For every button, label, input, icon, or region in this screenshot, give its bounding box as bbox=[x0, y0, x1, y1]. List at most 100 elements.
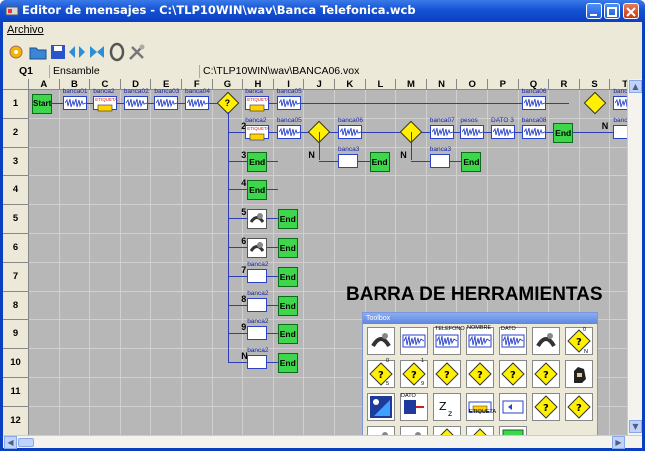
column-header-g[interactable]: G bbox=[212, 79, 244, 90]
close-button[interactable] bbox=[623, 3, 639, 19]
wave-node-banca07[interactable] bbox=[613, 96, 627, 110]
wave-icon[interactable] bbox=[400, 327, 428, 355]
row-header-4[interactable]: 4 bbox=[3, 176, 29, 206]
phone-hangup-node[interactable] bbox=[247, 238, 268, 258]
end-node[interactable]: End bbox=[277, 238, 298, 258]
row-header-5[interactable]: 5 bbox=[3, 205, 29, 234]
column-header-n[interactable]: N bbox=[426, 79, 458, 90]
hand-icon[interactable] bbox=[565, 360, 593, 388]
start-node[interactable]: Start bbox=[32, 94, 52, 114]
question-zero-five-icon[interactable]: ? bbox=[367, 360, 395, 388]
play-icon[interactable] bbox=[67, 42, 87, 62]
phone-hangup-node[interactable] bbox=[247, 209, 268, 230]
night-icon[interactable] bbox=[367, 393, 395, 421]
wave-node-banca02[interactable] bbox=[123, 96, 148, 110]
end-node[interactable]: End bbox=[247, 151, 268, 172]
row-header-3[interactable]: 3 bbox=[3, 147, 29, 177]
wave-node-banca06[interactable] bbox=[521, 96, 546, 110]
menu-archivo[interactable]: Archivo bbox=[7, 24, 44, 36]
column-header-a[interactable]: A bbox=[29, 79, 60, 90]
end-node[interactable]: End bbox=[553, 122, 574, 143]
scroll-up-icon[interactable]: ▲ bbox=[629, 80, 642, 93]
row-header-11[interactable]: 11 bbox=[3, 378, 29, 407]
end-node[interactable]: End bbox=[277, 353, 298, 374]
wave-node-banca07[interactable] bbox=[429, 124, 454, 139]
etiqueta-icon[interactable] bbox=[466, 393, 494, 421]
column-header-r[interactable]: R bbox=[549, 79, 580, 90]
wave-node-banca04[interactable] bbox=[185, 96, 209, 110]
question-arrows-icon[interactable]: ? bbox=[532, 360, 560, 388]
wave-node-banca08[interactable] bbox=[521, 124, 546, 139]
end-node[interactable]: End bbox=[277, 324, 298, 345]
help-icon[interactable]: ? bbox=[565, 393, 593, 421]
column-header-o[interactable]: O bbox=[457, 79, 488, 90]
record-icon[interactable]: ? bbox=[466, 360, 494, 388]
keypad-decision-node[interactable] bbox=[583, 91, 607, 115]
wave-node-banca03[interactable] bbox=[154, 96, 179, 110]
scroll-down-icon[interactable]: ▼ bbox=[629, 420, 642, 433]
wave-node-banca01[interactable] bbox=[62, 96, 87, 110]
row-header-12[interactable]: 12 bbox=[3, 406, 29, 435]
row-header-7[interactable]: 7 bbox=[3, 262, 29, 292]
eye-arrow-icon[interactable]: ? bbox=[433, 360, 461, 388]
horizontal-scroll-thumb[interactable] bbox=[18, 438, 34, 447]
end-node[interactable]: End bbox=[247, 180, 268, 201]
compare-icon[interactable]: ? bbox=[499, 360, 527, 388]
row-header-1[interactable]: 1 bbox=[3, 90, 29, 119]
column-header-p[interactable]: P bbox=[488, 79, 519, 90]
scroll-left-icon[interactable]: ◀ bbox=[4, 436, 17, 449]
phone-hangup-icon[interactable] bbox=[367, 426, 395, 435]
column-header-m[interactable]: M bbox=[396, 79, 427, 90]
ir-icon[interactable] bbox=[499, 393, 527, 421]
ir-node[interactable] bbox=[247, 355, 268, 370]
phone-grid-icon[interactable] bbox=[400, 426, 428, 435]
column-header-s[interactable]: S bbox=[579, 79, 611, 90]
row-header-10[interactable]: 10 bbox=[3, 349, 29, 378]
ir-node[interactable] bbox=[338, 153, 358, 168]
wave-node-banca05[interactable] bbox=[276, 96, 301, 110]
vertical-scrollbar[interactable]: ▲ ▼ bbox=[627, 79, 642, 435]
row-header-6[interactable]: 6 bbox=[3, 234, 29, 263]
phone-door-icon[interactable] bbox=[532, 327, 560, 355]
wave-node-banca05[interactable] bbox=[276, 124, 301, 139]
zero-icon[interactable] bbox=[107, 42, 127, 62]
column-header-k[interactable]: K bbox=[335, 79, 366, 90]
end-icon[interactable] bbox=[499, 426, 527, 435]
horizontal-scrollbar[interactable]: ◀ ▶ bbox=[3, 435, 642, 449]
end-node[interactable]: End bbox=[369, 151, 390, 172]
title-bar[interactable]: Editor de mensajes - C:\TLP10WIN\wav\Ban… bbox=[0, 0, 645, 22]
phone-dial-icon[interactable] bbox=[367, 327, 395, 355]
wave-node-pesos[interactable] bbox=[460, 124, 485, 139]
ir-node[interactable] bbox=[247, 297, 268, 312]
end-node[interactable]: End bbox=[461, 151, 482, 172]
row-header-2[interactable]: 2 bbox=[3, 118, 29, 148]
ir-node[interactable] bbox=[429, 153, 450, 168]
maximize-button[interactable] bbox=[604, 3, 620, 19]
toolbox-window[interactable]: Toolbox??????? Zz???? TELEFONONOMBRE DATO DA… bbox=[362, 312, 598, 435]
toolbox-title[interactable]: Toolbox bbox=[363, 313, 597, 324]
wave-nombre-icon[interactable] bbox=[466, 327, 494, 355]
sound-diamond-icon[interactable]: ? bbox=[433, 426, 461, 435]
row-header-9[interactable]: 9 bbox=[3, 320, 29, 350]
column-header-j[interactable]: J bbox=[304, 79, 335, 90]
ir-compare-icon[interactable]: ? bbox=[532, 393, 560, 421]
ir-node[interactable] bbox=[247, 268, 268, 283]
stop-icon[interactable] bbox=[87, 42, 107, 62]
end-node[interactable]: End bbox=[277, 209, 298, 230]
wave-node-banca06[interactable] bbox=[338, 124, 362, 139]
tools-icon[interactable] bbox=[127, 42, 147, 62]
question-zero-n-icon[interactable]: ? bbox=[565, 327, 593, 355]
end-node[interactable]: End bbox=[277, 295, 298, 316]
sleep-icon[interactable]: Zz bbox=[433, 393, 461, 421]
scroll-right-icon[interactable]: ▶ bbox=[612, 436, 625, 449]
wave-node-dato3[interactable] bbox=[491, 124, 515, 139]
minimize-button[interactable] bbox=[586, 3, 602, 19]
end-node[interactable]: End bbox=[277, 266, 298, 287]
row-header-8[interactable]: 8 bbox=[3, 291, 29, 321]
ir-node[interactable] bbox=[613, 124, 627, 139]
ir-node[interactable] bbox=[247, 326, 268, 341]
column-header-l[interactable]: L bbox=[365, 79, 397, 90]
folder-icon[interactable] bbox=[28, 42, 48, 62]
flow-grid[interactable]: A B C D E F G H I J K L M N O P Q R S T 1 2 3 4 5 6 7 8 9 10 11 12 Start… bbox=[3, 79, 627, 435]
open-icon[interactable] bbox=[6, 42, 26, 62]
